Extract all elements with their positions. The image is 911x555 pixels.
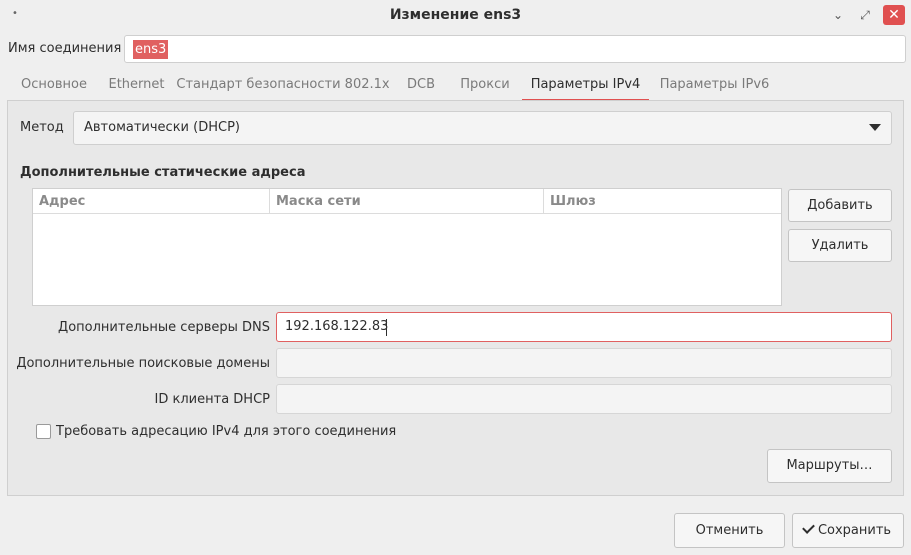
connection-name-label: Имя соединения bbox=[8, 41, 122, 56]
require-ipv4-label[interactable]: Требовать адресацию IPv4 для этого соеди… bbox=[56, 424, 396, 440]
static-addresses-table[interactable]: Адрес Маска сети Шлюз bbox=[32, 188, 782, 306]
text-caret bbox=[386, 319, 387, 336]
maximize-icon[interactable]: ⤢ bbox=[854, 5, 876, 25]
delete-address-button[interactable]: Удалить bbox=[788, 229, 892, 262]
method-label: Метод bbox=[20, 120, 64, 135]
tab-8021x-security[interactable]: Стандарт безопасности 802.1x bbox=[174, 69, 392, 101]
search-domains-input[interactable] bbox=[276, 348, 892, 378]
dot-menu-icon[interactable]: • bbox=[12, 9, 18, 19]
column-header-address[interactable]: Адрес bbox=[33, 189, 269, 214]
connection-name-value: ens3 bbox=[133, 40, 169, 59]
routes-button[interactable]: Маршруты… bbox=[767, 449, 892, 483]
search-domains-label: Дополнительные поисковые домены bbox=[16, 356, 270, 371]
tab-general[interactable]: Основное bbox=[9, 69, 99, 101]
tab-ipv4-settings[interactable]: Параметры IPv4 bbox=[522, 69, 649, 101]
tab-ethernet[interactable]: Ethernet bbox=[99, 69, 174, 101]
window-title: Изменение ens3 bbox=[389, 7, 522, 23]
close-icon[interactable]: ✕ bbox=[883, 5, 905, 25]
column-header-netmask[interactable]: Маска сети bbox=[269, 189, 543, 214]
dns-servers-input[interactable]: 192.168.122.83 bbox=[276, 312, 892, 342]
method-dropdown[interactable]: Автоматически (DHCP) bbox=[73, 111, 892, 145]
method-value: Автоматически (DHCP) bbox=[84, 120, 240, 135]
chevron-down-icon bbox=[869, 124, 881, 131]
save-button-label: Сохранить bbox=[817, 523, 892, 538]
tab-ipv6-settings[interactable]: Параметры IPv6 bbox=[651, 69, 778, 101]
dns-label: Дополнительные серверы DNS bbox=[58, 320, 270, 335]
require-ipv4-checkbox[interactable] bbox=[36, 424, 51, 439]
add-address-button[interactable]: Добавить bbox=[788, 189, 892, 222]
tab-proxy[interactable]: Прокси bbox=[450, 69, 520, 101]
checkmark-icon bbox=[802, 521, 815, 534]
column-header-gateway[interactable]: Шлюз bbox=[543, 189, 781, 214]
connection-name-input[interactable]: ens3 bbox=[124, 35, 906, 63]
static-addresses-title: Дополнительные статические адреса bbox=[20, 165, 306, 180]
dhcp-client-id-label: ID клиента DHCP bbox=[154, 392, 270, 407]
tab-dcb[interactable]: DCB bbox=[392, 69, 450, 101]
cancel-button[interactable]: Отменить bbox=[674, 513, 785, 548]
tab-bar: Основное Ethernet Стандарт безопасности … bbox=[7, 69, 904, 101]
dns-servers-value: 192.168.122.83 bbox=[285, 319, 389, 334]
minimize-icon[interactable]: ⌄ bbox=[827, 5, 849, 25]
dhcp-client-id-input[interactable] bbox=[276, 384, 892, 414]
save-button[interactable]: Сохранить bbox=[792, 513, 904, 548]
